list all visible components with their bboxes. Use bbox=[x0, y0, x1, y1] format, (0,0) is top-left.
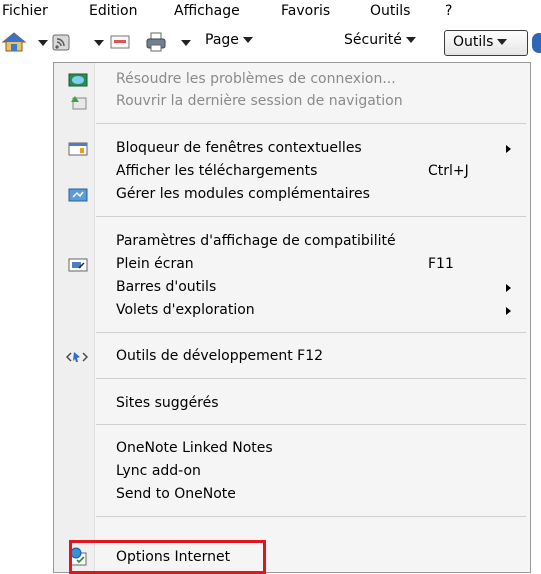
menu-item-label: OneNote Linked Notes bbox=[116, 440, 273, 456]
menu-bar: Fichier Edition Affichage Favoris Outils… bbox=[0, 0, 541, 24]
submenu-arrow-icon bbox=[506, 145, 511, 153]
menu-item-onenote-linked-notes[interactable]: OneNote Linked Notes bbox=[94, 438, 530, 460]
menu-item-label: Paramètres d'affichage de compatibilité bbox=[116, 233, 396, 249]
page-label: Page bbox=[205, 32, 239, 48]
menu-item-explorer-bars[interactable]: Volets d'exploration bbox=[94, 300, 530, 322]
menu-separator bbox=[96, 424, 526, 425]
menu-item-shortcut: Ctrl+J bbox=[428, 163, 469, 179]
menu-help[interactable]: ? bbox=[445, 3, 452, 19]
print-icon[interactable] bbox=[145, 31, 167, 53]
menu-separator bbox=[96, 123, 526, 124]
menu-separator bbox=[96, 332, 526, 333]
menu-item-manage-addons[interactable]: Gérer les modules complémentaires bbox=[68, 184, 530, 206]
menu-item-label: Gérer les modules complémentaires bbox=[116, 186, 370, 202]
print-dropdown-icon[interactable] bbox=[181, 40, 191, 46]
menu-item-fullscreen[interactable]: Plein écran F11 bbox=[68, 254, 530, 276]
menu-item-suggested-sites[interactable]: Sites suggérés bbox=[94, 393, 530, 415]
home-dropdown-icon[interactable] bbox=[38, 40, 48, 46]
menu-fichier[interactable]: Fichier bbox=[2, 3, 48, 19]
chevron-down-icon bbox=[497, 39, 508, 45]
popup-blocker-icon bbox=[68, 140, 88, 158]
home-icon[interactable] bbox=[1, 31, 27, 53]
mail-icon[interactable] bbox=[110, 34, 130, 50]
security-menu[interactable]: Sécurité bbox=[344, 32, 416, 48]
menu-item-label: Volets d'exploration bbox=[116, 302, 255, 318]
menu-item-label: Barres d'outils bbox=[116, 279, 217, 295]
menu-item-label: Afficher les téléchargements bbox=[116, 163, 318, 179]
tools-dropdown-menu: Résoudre les problèmes de connexion... R… bbox=[53, 62, 531, 574]
tools-label: Outils bbox=[453, 34, 494, 50]
help-icon[interactable] bbox=[532, 33, 541, 53]
menu-item-reopen-session: Rouvrir la dernière session de navigatio… bbox=[71, 91, 530, 113]
page-menu[interactable]: Page bbox=[205, 32, 253, 48]
menu-item-label: Sites suggérés bbox=[116, 395, 219, 411]
feeds-icon[interactable] bbox=[51, 32, 71, 52]
menu-item-label: Bloqueur de fenêtres contextuelles bbox=[116, 140, 362, 156]
menu-separator bbox=[96, 378, 526, 379]
menu-item-popup-blocker[interactable]: Bloqueur de fenêtres contextuelles bbox=[68, 138, 530, 160]
menu-affichage[interactable]: Affichage bbox=[174, 3, 240, 19]
menu-edition[interactable]: Edition bbox=[89, 3, 137, 19]
menu-item-compatibility-settings[interactable]: Paramètres d'affichage de compatibilité bbox=[94, 231, 530, 253]
menu-item-downloads[interactable]: Afficher les téléchargements Ctrl+J bbox=[94, 161, 530, 183]
submenu-arrow-icon bbox=[506, 307, 511, 315]
reopen-session-icon bbox=[68, 93, 88, 111]
security-label: Sécurité bbox=[344, 32, 402, 48]
menu-separator bbox=[96, 216, 526, 217]
menu-item-label: Send to OneNote bbox=[116, 486, 236, 502]
menu-item-label: Outils de développement F12 bbox=[116, 348, 324, 364]
menu-item-toolbars[interactable]: Barres d'outils bbox=[94, 277, 530, 299]
menu-favoris[interactable]: Favoris bbox=[281, 3, 330, 19]
menu-outils[interactable]: Outils bbox=[370, 3, 410, 19]
menu-item-label: Résoudre les problèmes de connexion... bbox=[116, 71, 396, 87]
menu-item-lync-addon[interactable]: Lync add-on bbox=[94, 461, 530, 483]
developer-tools-icon bbox=[66, 348, 88, 366]
menu-separator bbox=[96, 516, 526, 517]
highlight-box bbox=[69, 540, 266, 574]
fullscreen-icon bbox=[68, 256, 88, 274]
submenu-arrow-icon bbox=[506, 284, 511, 292]
command-bar: Page Sécurité Outils bbox=[0, 24, 541, 62]
menu-item-send-to-onenote[interactable]: Send to OneNote bbox=[94, 484, 530, 506]
menu-item-label: Lync add-on bbox=[116, 463, 201, 479]
chevron-down-icon bbox=[405, 37, 416, 43]
network-diagnose-icon bbox=[68, 71, 88, 89]
chevron-down-icon bbox=[242, 37, 253, 43]
feeds-dropdown-icon[interactable] bbox=[94, 40, 104, 46]
menu-item-developer-tools[interactable]: Outils de développement F12 bbox=[66, 346, 530, 368]
tools-menu-button[interactable]: Outils bbox=[444, 30, 528, 56]
manage-addons-icon bbox=[68, 186, 88, 204]
menu-item-diagnose-connection: Résoudre les problèmes de connexion... bbox=[68, 69, 530, 91]
menu-item-shortcut: F11 bbox=[428, 256, 454, 272]
menu-item-label: Plein écran bbox=[116, 256, 194, 272]
menu-item-label: Rouvrir la dernière session de navigatio… bbox=[116, 93, 403, 109]
